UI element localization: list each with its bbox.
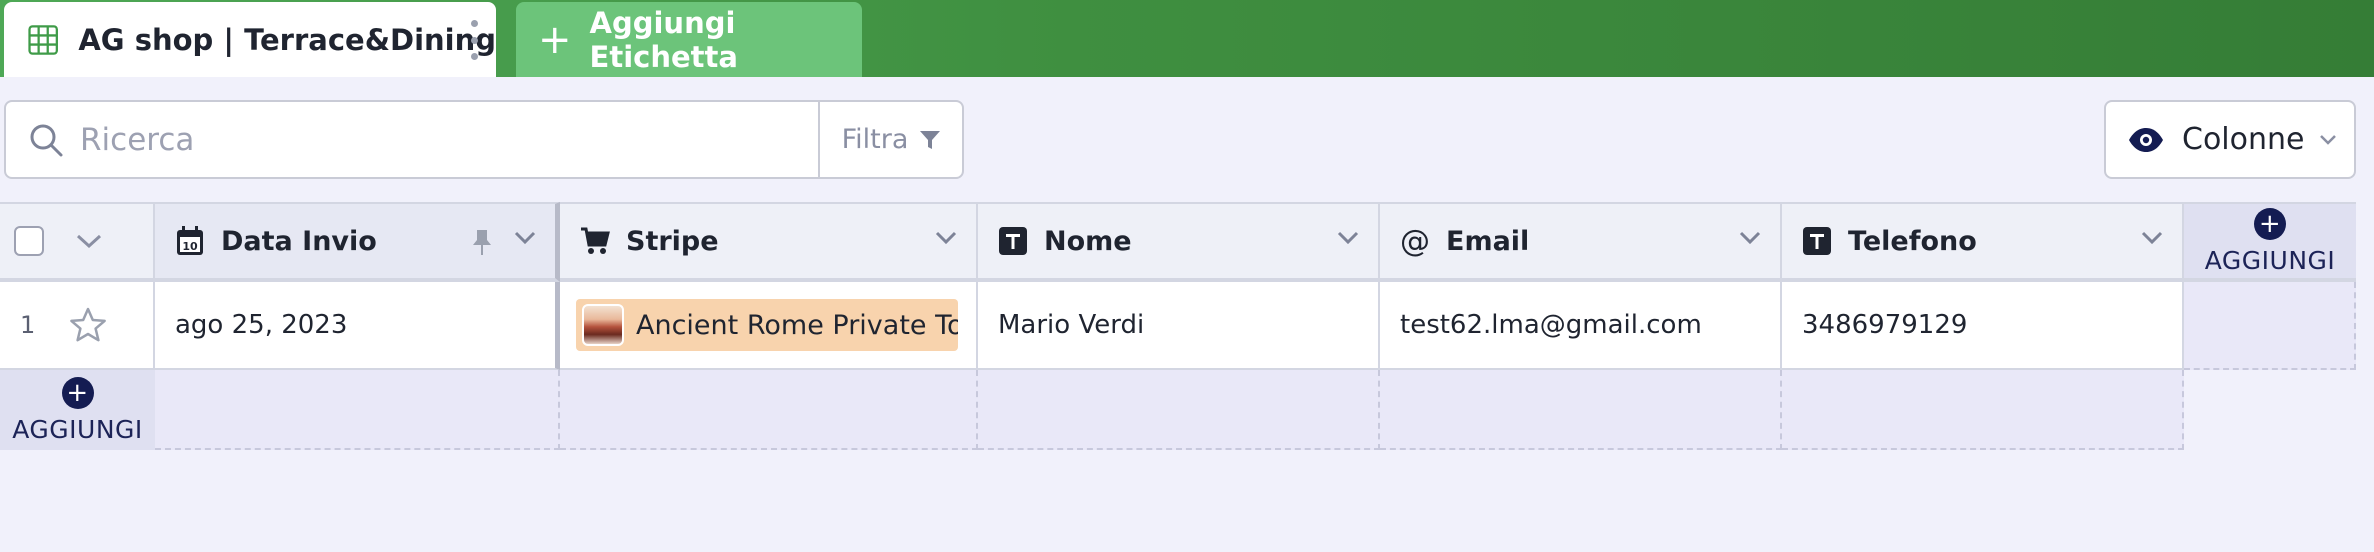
pin-icon[interactable] <box>471 228 493 256</box>
cell-text: ago 25, 2023 <box>175 310 348 340</box>
product-thumbnail <box>582 304 624 346</box>
calendar-icon: 10 <box>175 226 205 256</box>
filter-button[interactable]: Filtra <box>818 102 964 177</box>
add-row-filler <box>1782 370 2184 450</box>
cell-text: test62.lma@gmail.com <box>1400 310 1702 340</box>
select-all-checkbox[interactable] <box>14 226 44 256</box>
header-label: Nome <box>1044 225 1132 257</box>
chevron-down-icon <box>2320 134 2337 145</box>
row-number: 1 <box>20 311 36 339</box>
header-select <box>0 202 155 282</box>
filter-label: Filtra <box>841 124 909 155</box>
cell-data-invio[interactable]: ago 25, 2023 <box>155 282 560 370</box>
text-field-icon <box>1802 226 1832 256</box>
chevron-down-icon[interactable] <box>1336 230 1360 246</box>
tab-bar: AG shop | Terrace&Dining + Aggiungi Etic… <box>0 0 2374 77</box>
header-email[interactable]: @ Email <box>1380 202 1782 282</box>
add-column-filler <box>2184 282 2356 370</box>
add-row-filler <box>978 370 1380 450</box>
product-pill[interactable]: Ancient Rome Private Tour <box>576 299 958 351</box>
cell-stripe[interactable]: Ancient Rome Private Tour <box>560 282 978 370</box>
add-column-label: AGGIUNGI <box>2204 245 2336 275</box>
plus-circle-icon: + <box>2254 207 2286 240</box>
search-icon <box>30 124 63 156</box>
add-row-filler <box>155 370 560 450</box>
add-row-label: AGGIUNGI <box>12 414 143 444</box>
cell-text: Mario Verdi <box>998 310 1145 340</box>
star-icon[interactable] <box>69 307 107 343</box>
cell-nome[interactable]: Mario Verdi <box>978 282 1380 370</box>
product-name: Ancient Rome Private Tour <box>636 309 958 341</box>
eye-icon <box>2129 127 2163 152</box>
add-row-filler <box>560 370 978 450</box>
add-tab-label: Aggiungi Etichetta <box>589 5 738 74</box>
header-stripe[interactable]: Stripe <box>560 202 978 282</box>
header-label: Telefono <box>1848 225 1977 257</box>
cart-icon <box>580 226 610 256</box>
chevron-down-icon[interactable] <box>74 231 104 251</box>
tab-table-active[interactable]: AG shop | Terrace&Dining <box>4 2 496 77</box>
kebab-menu-icon[interactable] <box>470 20 478 60</box>
header-label: Data Invio <box>221 225 377 257</box>
chevron-down-icon[interactable] <box>934 230 958 246</box>
cell-text: 3486979129 <box>1802 310 1968 340</box>
cell-telefono[interactable]: 3486979129 <box>1782 282 2184 370</box>
tab-title: AG shop | Terrace&Dining <box>78 22 496 57</box>
svg-text:10: 10 <box>182 240 198 253</box>
columns-button[interactable]: Colonne <box>2104 100 2356 179</box>
chevron-down-icon[interactable] <box>2140 230 2164 246</box>
header-nome[interactable]: Nome <box>978 202 1380 282</box>
search-input[interactable] <box>78 120 822 159</box>
columns-label: Colonne <box>2182 122 2305 157</box>
at-icon: @ <box>1400 223 1430 259</box>
text-field-icon <box>998 226 1028 256</box>
cell-email[interactable]: test62.lma@gmail.com <box>1380 282 1782 370</box>
add-column-button[interactable]: + AGGIUNGI <box>2184 202 2356 282</box>
chevron-down-icon[interactable] <box>1738 230 1762 246</box>
add-row-filler <box>1380 370 1782 450</box>
add-row-button[interactable]: + AGGIUNGI <box>0 370 155 450</box>
funnel-icon <box>920 130 941 149</box>
header-label: Email <box>1446 225 1530 257</box>
chevron-down-icon[interactable] <box>513 230 537 246</box>
header-label: Stripe <box>626 225 719 257</box>
header-data-invio[interactable]: 10 Data Invio <box>155 202 560 282</box>
table-row-controls: 1 <box>0 282 155 370</box>
plus-icon: + <box>538 16 572 63</box>
search-box: Filtra <box>4 100 964 179</box>
plus-circle-icon: + <box>61 376 94 409</box>
add-tab-button[interactable]: + Aggiungi Etichetta <box>516 2 862 77</box>
header-telefono[interactable]: Telefono <box>1782 202 2184 282</box>
grid-icon <box>28 24 58 55</box>
